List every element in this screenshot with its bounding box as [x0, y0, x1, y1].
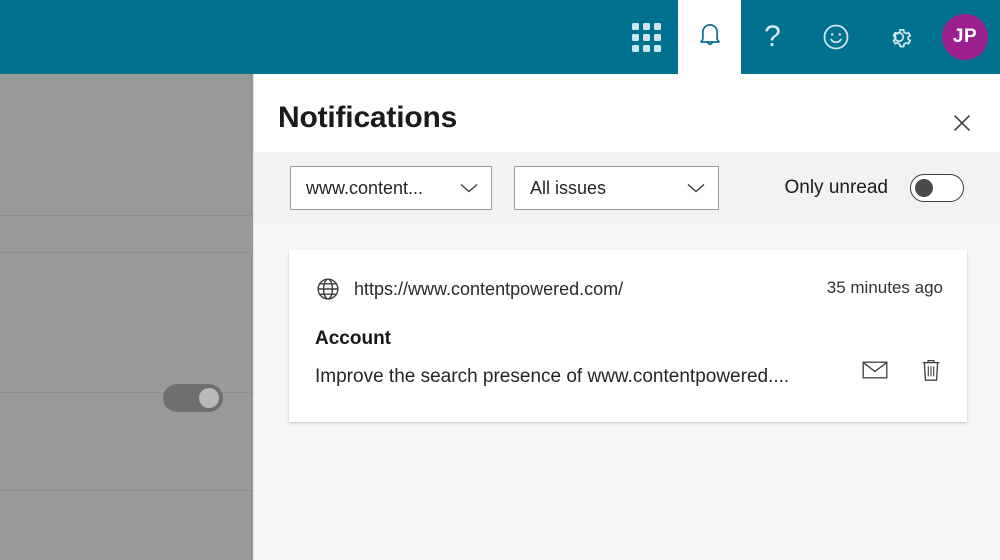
help-button[interactable]: ?: [741, 0, 804, 74]
settings-button[interactable]: [867, 0, 930, 74]
chevron-down-icon: [460, 183, 478, 193]
backdrop-divider: [0, 252, 253, 253]
background-toggle: [163, 384, 223, 412]
backdrop-divider: [0, 215, 253, 216]
notification-text: Improve the search presence of www.conte…: [315, 366, 790, 387]
page-title: Notifications: [278, 101, 458, 134]
screen: ? JP Notifications www.content... All is…: [0, 0, 1000, 560]
notifications-list: https://www.contentpowered.com/ 35 minut…: [254, 224, 1000, 422]
globe-icon: [317, 278, 339, 300]
waffle-grid-icon: [632, 22, 661, 52]
backdrop-edge: [251, 491, 252, 560]
backdrop-edge: [251, 74, 252, 215]
mark-as-read-button[interactable]: [861, 356, 889, 384]
close-button[interactable]: [946, 107, 978, 139]
feedback-button[interactable]: [804, 0, 867, 74]
question-mark-icon: ?: [764, 20, 781, 53]
notification-heading: Account: [315, 328, 391, 349]
backdrop-edge: [251, 253, 252, 392]
notification-actions: [861, 356, 945, 384]
top-bar-actions: ? JP: [615, 0, 1000, 74]
notification-timestamp: 35 minutes ago: [826, 278, 943, 297]
only-unread-toggle[interactable]: [910, 174, 964, 202]
backdrop-divider: [0, 490, 253, 491]
issues-filter-dropdown[interactable]: All issues: [514, 166, 719, 210]
site-filter-dropdown[interactable]: www.content...: [290, 166, 492, 210]
backdrop-edge: [251, 392, 252, 490]
flyout-header: Notifications: [254, 74, 1000, 152]
smiley-face-icon: [823, 24, 848, 50]
top-navigation-bar: ? JP: [0, 0, 1000, 74]
notification-item[interactable]: https://www.contentpowered.com/ 35 minut…: [289, 250, 967, 422]
trash-icon: [922, 359, 940, 381]
only-unread-label: Only unread: [784, 177, 888, 198]
notification-url[interactable]: https://www.contentpowered.com/: [354, 279, 623, 300]
toggle-knob: [915, 179, 933, 197]
close-icon: [953, 114, 971, 132]
site-filter-value: www.content...: [306, 177, 424, 198]
background-toggle-knob: [199, 388, 219, 408]
user-avatar-button[interactable]: JP: [930, 0, 1000, 74]
filter-bar: www.content... All issues Only unread: [254, 152, 1000, 224]
only-unread-control: Only unread: [784, 152, 964, 224]
gear-icon: [892, 29, 911, 48]
bell-icon: [699, 24, 720, 46]
notifications-button[interactable]: [678, 0, 741, 74]
notifications-flyout: Notifications www.content... All issues: [253, 74, 1000, 560]
avatar: JP: [942, 14, 988, 60]
notification-body: Improve the search presence of www.conte…: [315, 366, 943, 388]
dimmed-background: [0, 74, 253, 560]
app-launcher-button[interactable]: [615, 0, 678, 74]
delete-button[interactable]: [917, 356, 945, 384]
envelope-icon: [862, 361, 888, 379]
chevron-down-icon: [687, 183, 705, 193]
issues-filter-value: All issues: [530, 177, 607, 198]
